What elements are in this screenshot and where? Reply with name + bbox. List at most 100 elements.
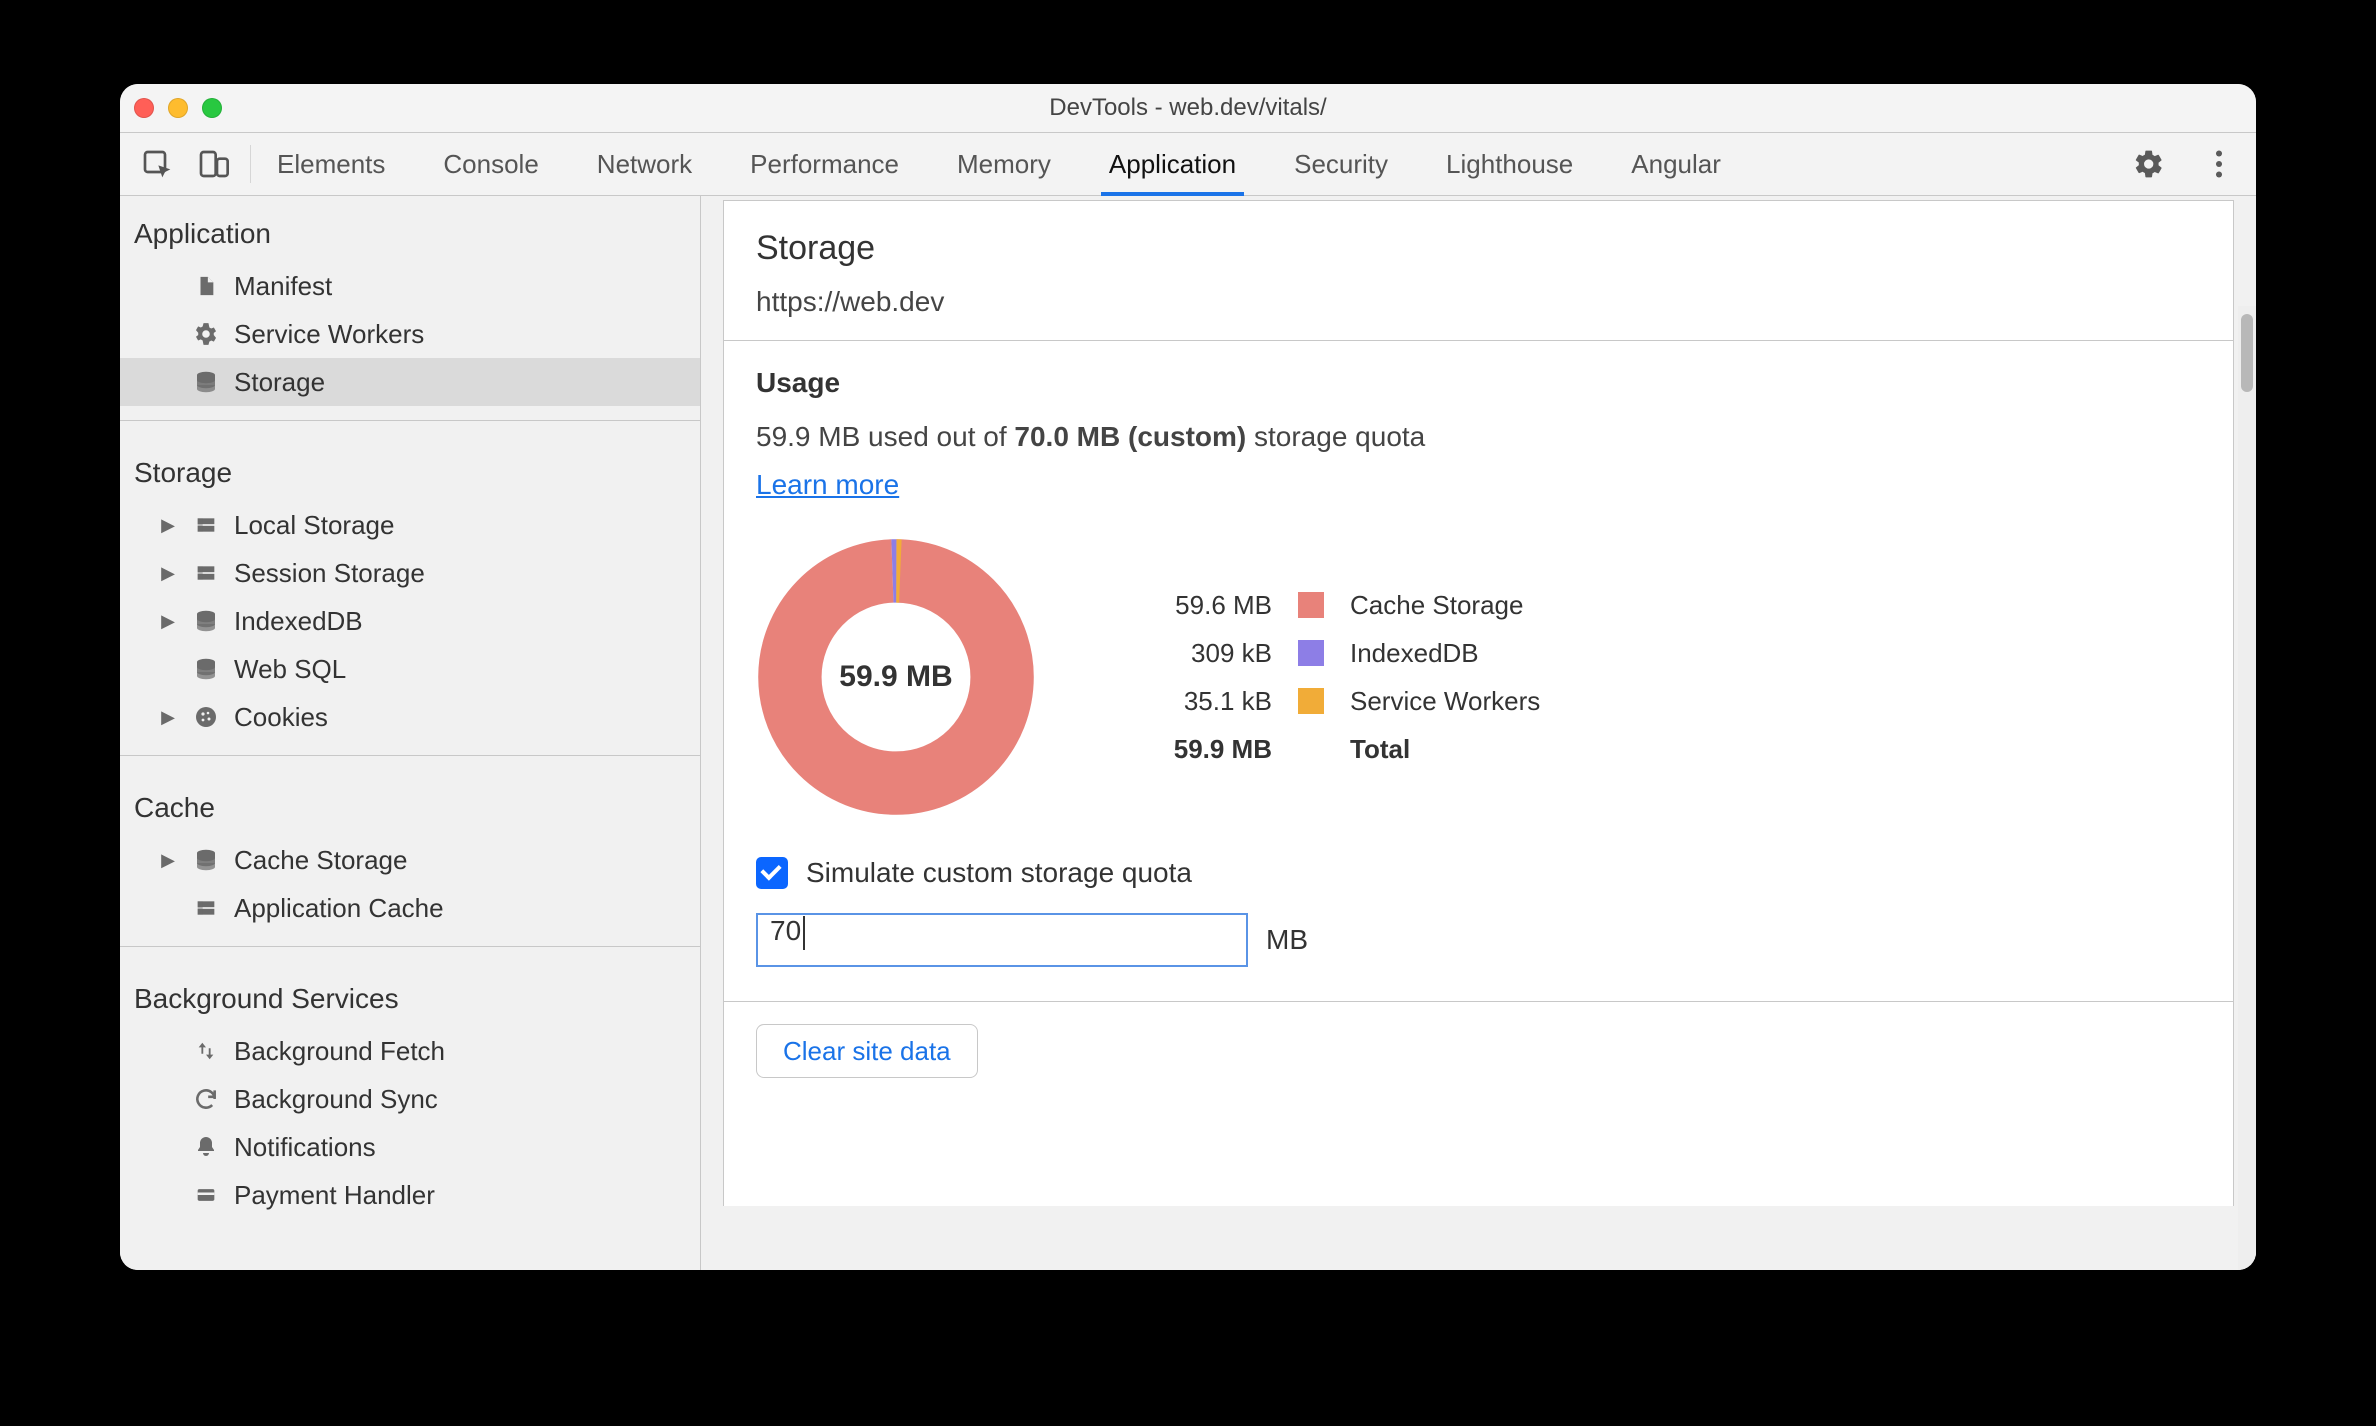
minimize-window-button[interactable] <box>168 98 188 118</box>
usage-text: used out of <box>860 421 1014 452</box>
sidebar-item-label: Local Storage <box>234 510 700 541</box>
divider <box>120 420 700 421</box>
grid-icon <box>192 898 220 918</box>
legend-total-name: Total <box>1350 734 1590 765</box>
disclosure-triangle-icon[interactable]: ▶ <box>158 611 178 632</box>
custom-quota-input[interactable]: 70 <box>756 913 1248 967</box>
sidebar-item-label: IndexedDB <box>234 606 700 637</box>
sidebar-item-application-cache[interactable]: Application Cache <box>120 884 700 932</box>
sidebar-item-local-storage[interactable]: ▶ Local Storage <box>120 501 700 549</box>
legend-name: Cache Storage <box>1350 590 1590 621</box>
clear-site-data-button[interactable]: Clear site data <box>756 1024 978 1078</box>
window-titlebar: DevTools - web.dev/vitals/ <box>120 84 2256 133</box>
quota-unit: MB <box>1266 924 1308 956</box>
divider <box>120 946 700 947</box>
donut-center-label: 59.9 MB <box>756 537 1036 817</box>
grid-icon <box>192 515 220 535</box>
inspect-element-icon[interactable] <box>134 141 180 187</box>
tab-network[interactable]: Network <box>595 133 694 195</box>
legend-value: 35.1 kB <box>1122 686 1272 717</box>
sidebar-item-indexeddb[interactable]: ▶ IndexedDB <box>120 597 700 645</box>
disclosure-triangle-icon[interactable]: ▶ <box>158 515 178 536</box>
db-icon <box>192 609 220 633</box>
learn-more-link[interactable]: Learn more <box>756 469 899 501</box>
sidebar-item-label: Application Cache <box>234 893 700 924</box>
grid-icon <box>192 563 220 583</box>
legend-name: IndexedDB <box>1350 638 1590 669</box>
db-icon <box>192 848 220 872</box>
tab-console[interactable]: Console <box>441 133 540 195</box>
sidebar-item-service-workers[interactable]: Service Workers <box>120 310 700 358</box>
sidebar-item-label: Storage <box>234 367 700 398</box>
tab-memory[interactable]: Memory <box>955 133 1053 195</box>
device-toolbar-icon[interactable] <box>190 141 236 187</box>
tab-angular[interactable]: Angular <box>1629 133 1723 195</box>
devtools-window: DevTools - web.dev/vitals/ Elements Conso… <box>120 84 2256 1270</box>
sidebar-item-background-fetch[interactable]: Background Fetch <box>120 1027 700 1075</box>
sidebar-item-label: Notifications <box>234 1132 700 1163</box>
custom-quota-value: 70 <box>770 915 801 946</box>
tab-application[interactable]: Application <box>1107 133 1238 195</box>
sidebar-item-label: Session Storage <box>234 558 700 589</box>
sidebar-item-label: Cookies <box>234 702 700 733</box>
tab-security[interactable]: Security <box>1292 133 1390 195</box>
sidebar-item-payment-handler[interactable]: Payment Handler <box>120 1171 700 1219</box>
disclosure-triangle-icon[interactable]: ▶ <box>158 563 178 584</box>
usage-text2: storage quota <box>1246 421 1425 452</box>
updown-icon <box>192 1038 220 1064</box>
usage-section: Usage 59.9 MB used out of 70.0 MB (custo… <box>724 341 2233 1002</box>
legend-value: 309 kB <box>1122 638 1272 669</box>
legend-spacer <box>1298 736 1324 762</box>
usage-title: Usage <box>756 367 2201 399</box>
more-options-icon[interactable] <box>2196 141 2242 187</box>
tab-lighthouse[interactable]: Lighthouse <box>1444 133 1575 195</box>
legend-total-row: 59.9 MBTotal <box>1122 725 1590 773</box>
legend-swatch <box>1298 592 1324 618</box>
settings-gear-icon[interactable] <box>2126 141 2172 187</box>
text-caret <box>803 916 805 950</box>
divider <box>250 145 251 183</box>
sidebar-item-notifications[interactable]: Notifications <box>120 1123 700 1171</box>
close-window-button[interactable] <box>134 98 154 118</box>
sidebar-item-label: Cache Storage <box>234 845 700 876</box>
tab-performance[interactable]: Performance <box>748 133 901 195</box>
window-title: DevTools - web.dev/vitals/ <box>120 94 2256 122</box>
devtools-tabbar: Elements Console Network Performance Memory A… <box>120 133 2256 196</box>
panel-heading: Storage <box>756 229 2201 268</box>
sidebar-item-cookies[interactable]: ▶ Cookies <box>120 693 700 741</box>
disclosure-triangle-icon[interactable]: ▶ <box>158 850 178 871</box>
legend-name: Service Workers <box>1350 686 1590 717</box>
sidebar-item-background-sync[interactable]: Background Sync <box>120 1075 700 1123</box>
sidebar-item-label: Background Sync <box>234 1084 700 1115</box>
sidebar-group-title: Background Services <box>120 961 700 1027</box>
sidebar-group-title: Storage <box>120 435 700 501</box>
sidebar-item-web-sql[interactable]: Web SQL <box>120 645 700 693</box>
usage-summary: 59.9 MB used out of 70.0 MB (custom) sto… <box>756 421 2201 453</box>
file-icon <box>192 273 220 299</box>
sidebar-item-session-storage[interactable]: ▶ Session Storage <box>120 549 700 597</box>
divider <box>120 755 700 756</box>
content-area: ApplicationManifest Service Workers Storag… <box>120 196 2256 1270</box>
sidebar-item-cache-storage[interactable]: ▶ Cache Storage <box>120 836 700 884</box>
origin-url: https://web.dev <box>756 286 2201 318</box>
sidebar-group-title: Application <box>120 196 700 262</box>
vertical-scrollbar[interactable] <box>2238 306 2256 1270</box>
application-sidebar: ApplicationManifest Service Workers Storag… <box>120 196 701 1270</box>
legend-swatch <box>1298 688 1324 714</box>
window-controls <box>134 98 222 118</box>
zoom-window-button[interactable] <box>202 98 222 118</box>
simulate-quota-row[interactable]: Simulate custom storage quota <box>756 857 2201 889</box>
scrollbar-thumb[interactable] <box>2241 314 2253 392</box>
legend-row: 35.1 kB Service Workers <box>1122 677 1590 725</box>
sidebar-item-storage[interactable]: Storage <box>120 358 700 406</box>
simulate-quota-label: Simulate custom storage quota <box>806 857 1192 889</box>
tab-elements[interactable]: Elements <box>275 133 387 195</box>
sidebar-item-label: Service Workers <box>234 319 700 350</box>
sidebar-item-manifest[interactable]: Manifest <box>120 262 700 310</box>
simulate-quota-checkbox[interactable] <box>756 857 788 889</box>
legend-value: 59.6 MB <box>1122 590 1272 621</box>
legend-swatch <box>1298 640 1324 666</box>
sidebar-item-label: Payment Handler <box>234 1180 700 1211</box>
sync-icon <box>192 1086 220 1112</box>
disclosure-triangle-icon[interactable]: ▶ <box>158 707 178 728</box>
